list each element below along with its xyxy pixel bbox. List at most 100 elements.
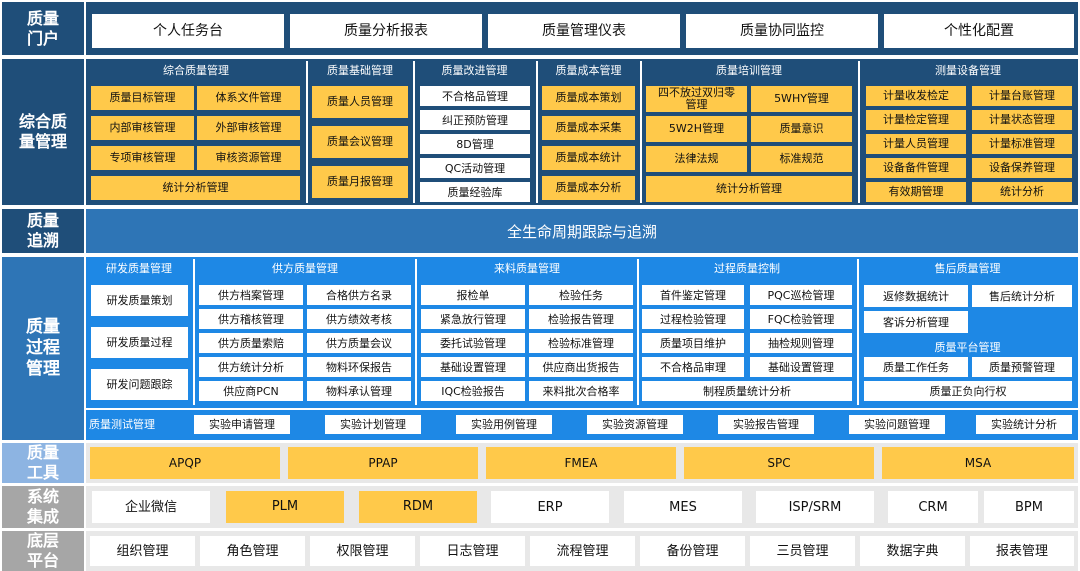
item-process-stats[interactable]: 制程质量统计分析 bbox=[642, 381, 852, 401]
item-qc-activity[interactable]: QC活动管理 bbox=[420, 158, 530, 178]
plat-log[interactable]: 日志管理 bbox=[420, 536, 525, 566]
item-qualified-suppliers[interactable]: 合格供方名录 bbox=[307, 285, 411, 305]
item-metrology-ledger[interactable]: 计量台账管理 bbox=[972, 86, 1072, 106]
item-pqc-patrol[interactable]: PQC巡检管理 bbox=[750, 285, 852, 305]
item-peixun-stats[interactable]: 统计分析管理 bbox=[646, 176, 852, 202]
item-rd-process[interactable]: 研发质量过程 bbox=[91, 327, 188, 358]
item-basic-settings[interactable]: 基础设置管理 bbox=[421, 357, 525, 377]
item-test-request[interactable]: 实验申请管理 bbox=[194, 415, 290, 434]
item-special-audit[interactable]: 专项审核管理 bbox=[91, 146, 194, 170]
item-zonghe-stats[interactable]: 统计分析管理 bbox=[91, 176, 300, 200]
tool-ppap[interactable]: PPAP bbox=[288, 447, 478, 479]
portal-personal-tasks[interactable]: 个人任务台 bbox=[92, 14, 284, 48]
item-audit-resources[interactable]: 审核资源管理 bbox=[197, 146, 300, 170]
item-inspection-standard[interactable]: 检验标准管理 bbox=[529, 333, 633, 353]
item-quality-goal[interactable]: 质量目标管理 bbox=[91, 86, 194, 110]
sys-wecom[interactable]: 企业微信 bbox=[92, 491, 210, 523]
item-metrology-verify[interactable]: 计量检定管理 bbox=[866, 110, 966, 130]
item-metrology-staff[interactable]: 计量人员管理 bbox=[866, 134, 966, 154]
tool-spc[interactable]: SPC bbox=[684, 447, 874, 479]
sys-rdm[interactable]: RDM bbox=[359, 491, 477, 523]
item-validity[interactable]: 有效期管理 bbox=[866, 182, 966, 202]
sys-isp-srm[interactable]: ISP/SRM bbox=[756, 491, 874, 523]
item-sampling-rules[interactable]: 抽检规则管理 bbox=[750, 333, 852, 353]
item-supplier-meeting[interactable]: 供方质量会议 bbox=[307, 333, 411, 353]
item-iqc-report[interactable]: IQC检验报告 bbox=[421, 381, 525, 401]
item-quality-tasks[interactable]: 质量工作任务 bbox=[864, 357, 968, 377]
item-internal-audit[interactable]: 内部审核管理 bbox=[91, 116, 194, 140]
item-supplier-shipment[interactable]: 供应商出货报告 bbox=[529, 357, 633, 377]
item-test-report[interactable]: 实验报告管理 bbox=[718, 415, 814, 434]
item-supplier-perf[interactable]: 供方绩效考核 bbox=[307, 309, 411, 329]
sys-mes[interactable]: MES bbox=[624, 491, 742, 523]
item-fqc-inspection[interactable]: FQC检验管理 bbox=[750, 309, 852, 329]
item-metrology-receive[interactable]: 计量收发检定 bbox=[866, 86, 966, 106]
item-test-case[interactable]: 实验用例管理 bbox=[456, 415, 552, 434]
item-quality-personnel[interactable]: 质量人员管理 bbox=[312, 86, 408, 118]
sys-plm[interactable]: PLM bbox=[226, 491, 344, 523]
item-nonconforming-review[interactable]: 不合格品审理 bbox=[642, 357, 744, 377]
item-repair-stats[interactable]: 返修数据统计 bbox=[864, 285, 968, 307]
portal-personalize[interactable]: 个性化配置 bbox=[884, 14, 1074, 48]
item-supplier-claim[interactable]: 供方质量索赔 bbox=[199, 333, 303, 353]
item-5w2h[interactable]: 5W2H管理 bbox=[646, 116, 747, 142]
item-after-stats[interactable]: 售后统计分析 bbox=[972, 285, 1072, 307]
item-urgent-release[interactable]: 紧急放行管理 bbox=[421, 309, 525, 329]
plat-backup[interactable]: 备份管理 bbox=[640, 536, 745, 566]
item-cost-collect[interactable]: 质量成本采集 bbox=[542, 116, 635, 140]
item-test-plan[interactable]: 实验计划管理 bbox=[325, 415, 421, 434]
plat-role[interactable]: 角色管理 bbox=[200, 536, 305, 566]
plat-three-officers[interactable]: 三员管理 bbox=[750, 536, 855, 566]
portal-dashboard[interactable]: 质量管理仪表 bbox=[488, 14, 680, 48]
item-quality-project[interactable]: 质量项目维护 bbox=[642, 333, 744, 353]
plat-workflow[interactable]: 流程管理 bbox=[530, 536, 635, 566]
item-quality-meeting[interactable]: 质量会议管理 bbox=[312, 126, 408, 158]
portal-analysis-reports[interactable]: 质量分析报表 bbox=[290, 14, 482, 48]
item-supplier-pcn[interactable]: 供应商PCN bbox=[199, 381, 303, 401]
item-quality-awareness[interactable]: 质量意识 bbox=[751, 116, 852, 142]
item-process-inspection[interactable]: 过程检验管理 bbox=[642, 309, 744, 329]
item-cost-analysis[interactable]: 质量成本分析 bbox=[542, 176, 635, 200]
sys-erp[interactable]: ERP bbox=[491, 491, 609, 523]
plat-report[interactable]: 报表管理 bbox=[970, 536, 1074, 566]
item-equipment-maint[interactable]: 设备保养管理 bbox=[972, 158, 1072, 178]
tool-apqp[interactable]: APQP bbox=[90, 447, 280, 479]
tool-msa[interactable]: MSA bbox=[882, 447, 1074, 479]
item-5why[interactable]: 5WHY管理 bbox=[751, 86, 852, 112]
item-quality-alerts[interactable]: 质量预警管理 bbox=[972, 357, 1072, 377]
item-external-audit[interactable]: 外部审核管理 bbox=[197, 116, 300, 140]
item-supplier-archive[interactable]: 供方档案管理 bbox=[199, 285, 303, 305]
item-inspection-task[interactable]: 检验任务 bbox=[529, 285, 633, 305]
item-cost-stats[interactable]: 质量成本统计 bbox=[542, 146, 635, 170]
item-equipment-spares[interactable]: 设备备件管理 bbox=[866, 158, 966, 178]
item-inspection-request[interactable]: 报检单 bbox=[421, 285, 525, 305]
item-rd-plan[interactable]: 研发质量策划 bbox=[91, 285, 188, 316]
plat-org[interactable]: 组织管理 bbox=[90, 536, 195, 566]
item-experience-base[interactable]: 质量经验库 bbox=[420, 182, 530, 202]
trace-band[interactable]: 全生命周期跟踪与追溯 bbox=[86, 209, 1078, 253]
item-test-resource[interactable]: 实验资源管理 bbox=[587, 415, 683, 434]
item-nonconforming[interactable]: 不合格品管理 bbox=[420, 86, 530, 106]
item-cost-plan[interactable]: 质量成本策划 bbox=[542, 86, 635, 110]
portal-collab-monitor[interactable]: 质量协同监控 bbox=[686, 14, 878, 48]
item-8d[interactable]: 8D管理 bbox=[420, 134, 530, 154]
item-quality-rights[interactable]: 质量正负向行权 bbox=[864, 381, 1072, 401]
item-standards[interactable]: 标准规范 bbox=[751, 146, 852, 172]
item-batch-pass-rate[interactable]: 来料批次合格率 bbox=[529, 381, 633, 401]
plat-data-dict[interactable]: 数据字典 bbox=[860, 536, 965, 566]
item-material-env[interactable]: 物料环保报告 bbox=[307, 357, 411, 377]
tool-fmea[interactable]: FMEA bbox=[486, 447, 676, 479]
item-rd-issue[interactable]: 研发问题跟踪 bbox=[91, 369, 188, 400]
item-test-issue[interactable]: 实验问题管理 bbox=[849, 415, 945, 434]
item-corrective[interactable]: 纠正预防管理 bbox=[420, 110, 530, 130]
item-complaint-analysis[interactable]: 客诉分析管理 bbox=[864, 311, 968, 333]
item-system-docs[interactable]: 体系文件管理 bbox=[197, 86, 300, 110]
item-test-stats[interactable]: 实验统计分析 bbox=[976, 415, 1072, 434]
item-celiang-stats[interactable]: 统计分析 bbox=[972, 182, 1072, 202]
sys-bpm[interactable]: BPM bbox=[984, 491, 1074, 523]
item-entrusted-test[interactable]: 委托试验管理 bbox=[421, 333, 525, 353]
item-metrology-standard[interactable]: 计量标准管理 bbox=[972, 134, 1072, 154]
item-first-article[interactable]: 首件鉴定管理 bbox=[642, 285, 744, 305]
item-control-basic-settings[interactable]: 基础设置管理 bbox=[750, 357, 852, 377]
item-metrology-status[interactable]: 计量状态管理 bbox=[972, 110, 1072, 130]
